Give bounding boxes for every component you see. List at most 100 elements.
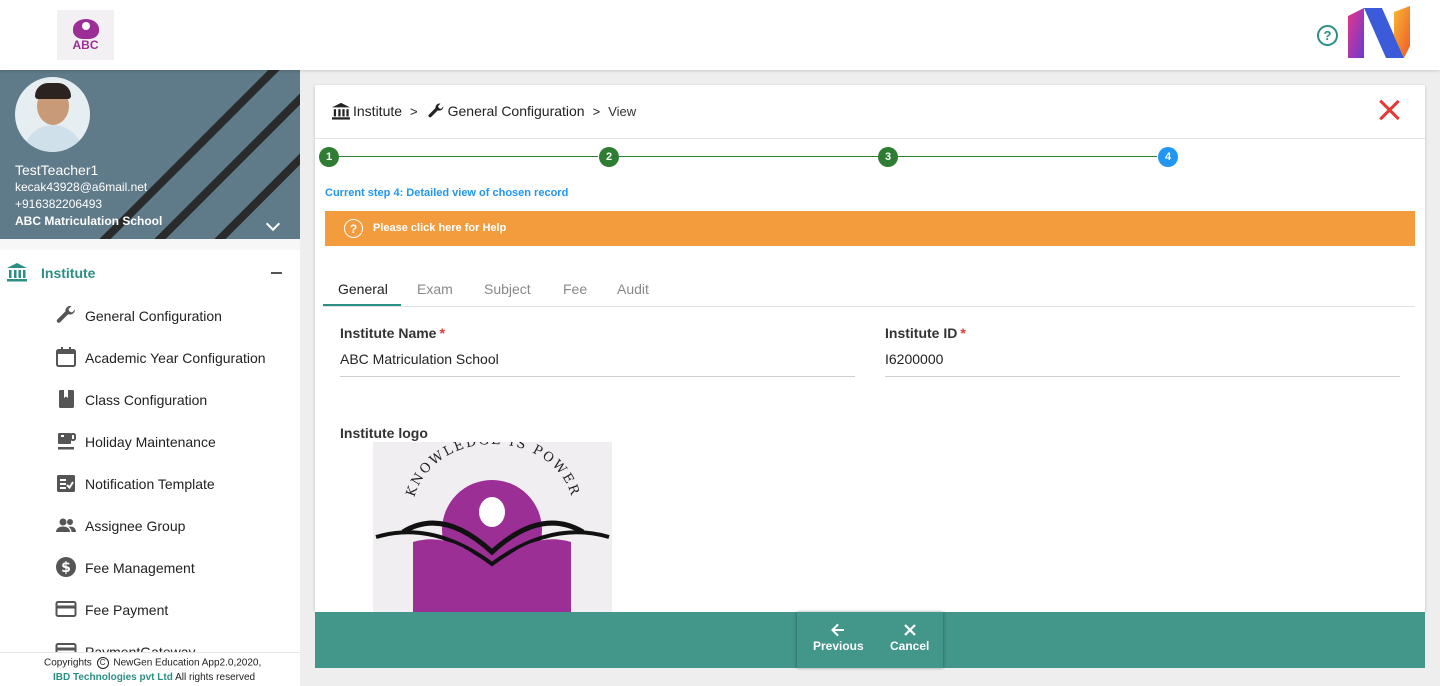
sidebar-item-label: Class Configuration bbox=[85, 392, 208, 408]
breadcrumb: Institute > General Configuration > View bbox=[331, 101, 636, 121]
svg-text:$: $ bbox=[61, 560, 71, 576]
close-icon bbox=[903, 624, 916, 636]
copyright-prefix: Copyrights bbox=[44, 657, 92, 669]
institute-name-label-text: Institute Name bbox=[340, 325, 437, 341]
help-banner-text: Please click here for Help bbox=[373, 222, 507, 234]
header-divider bbox=[315, 138, 1425, 139]
logo-letters: ABC bbox=[433, 573, 551, 612]
checklist-icon bbox=[57, 475, 75, 492]
sidebar: TestTeacher1 kecak43928@a6mail.net +9163… bbox=[0, 70, 300, 686]
avatar-hair bbox=[35, 83, 71, 99]
chevron-down-icon[interactable] bbox=[265, 216, 281, 232]
people-icon bbox=[56, 518, 76, 532]
help-circle-icon: ? bbox=[344, 219, 363, 238]
tab-general[interactable]: General bbox=[338, 281, 388, 297]
tab-audit[interactable]: Audit bbox=[617, 281, 649, 297]
sidebar-item-class-configuration[interactable]: Class Configuration bbox=[0, 378, 300, 420]
sidebar-item-general-configuration[interactable]: General Configuration bbox=[0, 294, 300, 336]
avatar-shirt bbox=[23, 125, 83, 152]
active-tab-indicator bbox=[323, 304, 401, 306]
breadcrumb-institute[interactable]: Institute bbox=[353, 103, 402, 119]
newgen-brand-icon bbox=[1348, 6, 1410, 58]
institute-id-field[interactable]: I6200000 bbox=[885, 351, 943, 367]
arrow-left-icon bbox=[831, 623, 845, 637]
sidebar-item-label: Fee Management bbox=[85, 560, 195, 576]
institute-logo-image: KNOWLEDGE IS POWER ABC bbox=[373, 442, 612, 612]
action-group: Previous Cancel bbox=[797, 612, 943, 668]
required-mark: * bbox=[439, 325, 445, 341]
step-2[interactable]: 2 bbox=[599, 147, 619, 167]
stepper-connector bbox=[619, 156, 878, 157]
logo-emblem-icon bbox=[72, 19, 99, 39]
sidebar-item-label: Notification Template bbox=[85, 476, 215, 492]
sidebar-item-label: General Configuration bbox=[85, 308, 222, 324]
institute-id-label-text: Institute ID bbox=[885, 325, 958, 341]
wrench-icon bbox=[428, 103, 443, 118]
tab-bar: General Exam Subject Fee Audit bbox=[323, 271, 1415, 307]
sidebar-item-fee-payment[interactable]: Fee Payment bbox=[0, 588, 300, 630]
company-link[interactable]: IBD Technologies pvt Ltd bbox=[53, 672, 173, 683]
sidebar-item-holiday-maintenance[interactable]: Holiday Maintenance bbox=[0, 420, 300, 462]
sidebar-item-label: Assignee Group bbox=[85, 518, 186, 534]
wrench-icon bbox=[56, 305, 76, 323]
collapse-minus-icon[interactable] bbox=[271, 272, 282, 274]
cancel-button[interactable]: Cancel bbox=[890, 622, 929, 653]
stepper: 1 2 3 4 bbox=[315, 145, 1425, 169]
institute-name-field[interactable]: ABC Matriculation School bbox=[340, 351, 499, 367]
logo-text: ABC bbox=[72, 38, 99, 52]
breadcrumb-separator: > bbox=[592, 103, 601, 119]
sidebar-section-institute[interactable]: Institute bbox=[0, 250, 300, 296]
field-underline bbox=[340, 376, 855, 377]
company-line: IBD Technologies pvt Ltd All rights rese… bbox=[53, 672, 255, 683]
tab-exam[interactable]: Exam bbox=[417, 281, 453, 297]
breadcrumb-view: View bbox=[608, 103, 637, 119]
sidebar-item-label: Academic Year Configuration bbox=[85, 350, 266, 366]
previous-button[interactable]: Previous bbox=[813, 622, 864, 653]
tab-subject[interactable]: Subject bbox=[484, 281, 531, 297]
institution-icon bbox=[7, 263, 27, 282]
sidebar-section-label: Institute bbox=[41, 265, 96, 281]
avatar[interactable] bbox=[15, 77, 90, 152]
sidebar-item-label: PaymentGateway bbox=[85, 644, 196, 652]
sidebar-menu: Institute General Configuration Academic… bbox=[0, 250, 300, 652]
step-3[interactable]: 3 bbox=[878, 147, 898, 167]
coffee-icon bbox=[58, 433, 76, 450]
breadcrumb-general-configuration[interactable]: General Configuration bbox=[448, 103, 585, 119]
sidebar-item-assignee-group[interactable]: Assignee Group bbox=[0, 504, 300, 546]
institution-icon bbox=[332, 102, 350, 120]
sidebar-footer: Copyrights C NewGen Education App2.0,202… bbox=[0, 652, 300, 686]
tab-fee[interactable]: Fee bbox=[563, 281, 587, 297]
step-1[interactable]: 1 bbox=[319, 147, 339, 167]
breadcrumb-separator: > bbox=[410, 103, 418, 119]
copyright-app: NewGen Education App2.0,2020, bbox=[113, 657, 262, 669]
rights-text: All rights reserved bbox=[175, 672, 256, 683]
profile-email: kecak43928@a6mail.net bbox=[15, 180, 148, 194]
sidebar-item-label: Holiday Maintenance bbox=[85, 434, 216, 450]
main-card: Institute > General Configuration > View… bbox=[315, 85, 1425, 612]
book-icon bbox=[59, 390, 74, 408]
cancel-label: Cancel bbox=[890, 639, 930, 653]
institute-logo-label: Institute logo bbox=[340, 425, 428, 441]
help-banner[interactable]: ? Please click here for Help bbox=[325, 211, 1415, 246]
sidebar-item-notification-template[interactable]: Notification Template bbox=[0, 462, 300, 504]
help-icon[interactable]: ? bbox=[1317, 25, 1338, 46]
card-icon bbox=[55, 643, 77, 652]
close-icon[interactable] bbox=[1378, 99, 1400, 121]
profile-school: ABC Matriculation School bbox=[15, 214, 163, 228]
institute-id-label: Institute ID * bbox=[885, 325, 966, 341]
previous-label: Previous bbox=[813, 639, 864, 653]
current-step-text: Current step 4: Detailed view of chosen … bbox=[325, 187, 569, 199]
field-underline bbox=[885, 376, 1400, 377]
sidebar-item-payment-gateway[interactable]: PaymentGateway bbox=[0, 630, 300, 652]
institute-name-label: Institute Name * bbox=[340, 325, 445, 341]
sidebar-item-label: Fee Payment bbox=[85, 602, 169, 618]
step-4[interactable]: 4 bbox=[1158, 147, 1178, 167]
sidebar-item-fee-management[interactable]: $ Fee Management bbox=[0, 546, 300, 588]
sidebar-item-academic-year-configuration[interactable]: Academic Year Configuration bbox=[0, 336, 300, 378]
copyright-icon: C bbox=[96, 657, 109, 669]
profile-name: TestTeacher1 bbox=[15, 162, 99, 178]
stepper-connector bbox=[339, 156, 598, 157]
school-logo[interactable]: ABC bbox=[57, 10, 114, 60]
copyright-line: Copyrights C NewGen Education App2.0,202… bbox=[44, 657, 261, 669]
calendar-icon bbox=[56, 347, 76, 367]
